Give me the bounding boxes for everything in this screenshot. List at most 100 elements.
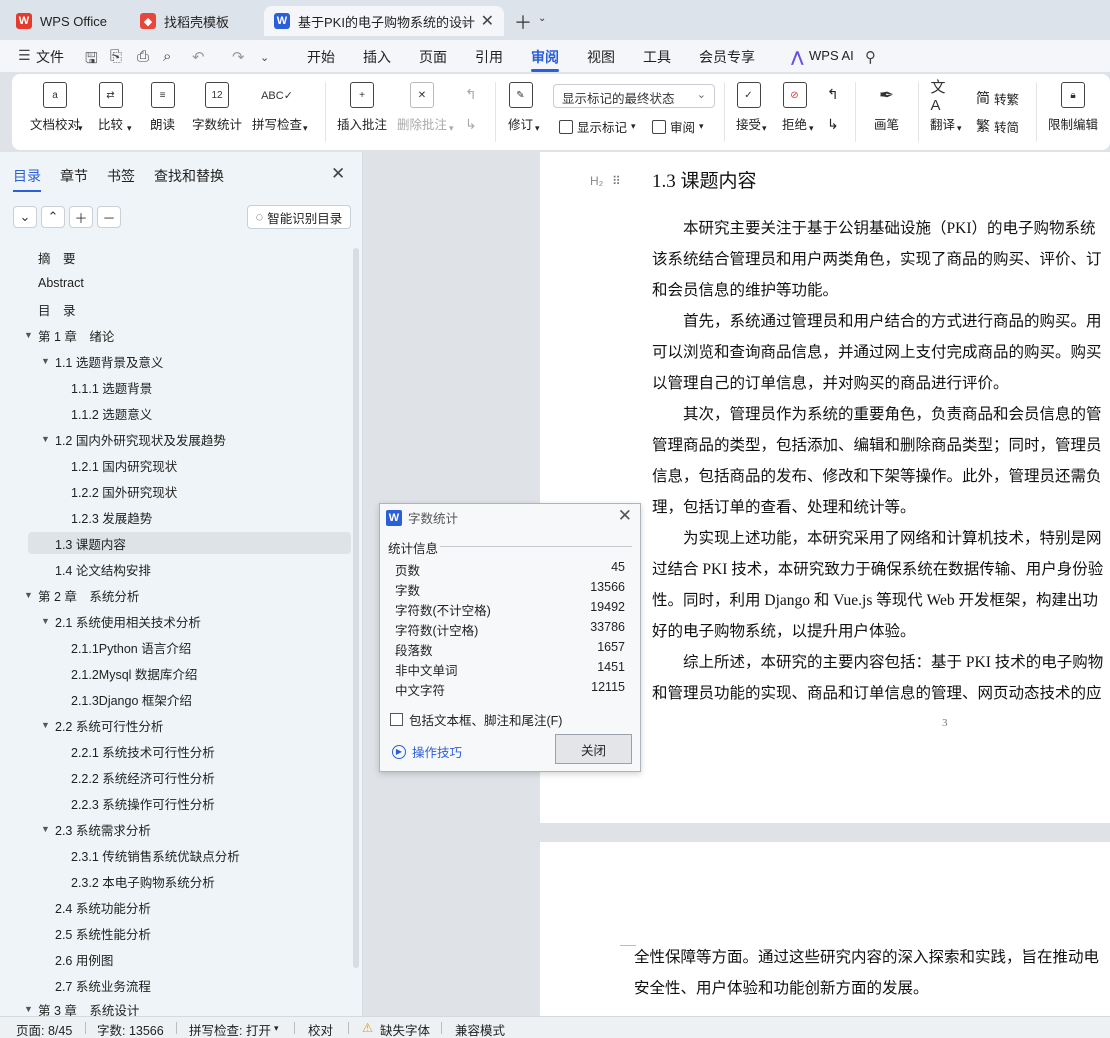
collapse-button[interactable]: ⌄ [13,206,37,228]
menu-page[interactable]: 页面 [419,47,447,67]
undo-icon[interactable]: ↶ [192,48,205,66]
toc-item[interactable]: ▼ 2.1 系统使用相关技术分析 [41,610,201,632]
toc-item[interactable]: 1.2.1 国内研究现状 [71,454,177,476]
menu-view[interactable]: 视图 [587,47,615,67]
translate-dropdown-icon[interactable]: ▾ [957,123,962,134]
revise-button[interactable]: ✎ 修订 [508,82,533,133]
toc-item[interactable]: 2.7 系统业务流程 [55,974,151,996]
toc-item[interactable]: 2.1.3Django 框架介绍 [71,688,192,710]
tab-bookmarks[interactable]: 书签 [107,166,135,186]
toc-scrollbar[interactable] [353,248,359,968]
redo-icon[interactable]: ↷ [232,48,245,66]
include-textbox-checkbox[interactable]: 包括文本框、脚注和尾注(F) [390,710,562,729]
window-icon[interactable]: ▭ [462,15,472,28]
missing-font-status[interactable]: 缺失字体 [380,1020,430,1038]
toc-item[interactable]: Abstract [38,272,84,294]
prev-comment-icon[interactable]: ↰ [465,86,477,103]
menu-references[interactable]: 引用 [475,47,503,67]
caret-down-icon[interactable]: ▼ [24,1004,33,1014]
caret-down-icon[interactable]: ▼ [41,720,50,730]
proof-status[interactable]: 校对 [308,1020,333,1038]
toc-item[interactable]: 1.4 论文结构安排 [55,558,151,580]
save-icon[interactable]: 🖫 [85,48,98,73]
remove-heading-button[interactable]: － [97,206,121,228]
spell-check-status[interactable]: 拼写检查: 打开 [189,1020,271,1038]
accept-button[interactable]: ✓ 接受 [736,82,761,133]
checkbox-box[interactable] [390,713,403,726]
toc-item[interactable]: ▼ 2.3 系统需求分析 [41,818,151,840]
caret-down-icon[interactable]: ▼ [24,590,33,600]
translate-button[interactable]: 文A 翻译 [930,79,955,133]
markup-state-select[interactable]: 显示标记的最终状态 ⌄ [553,84,715,108]
toc-item[interactable]: 1.2.2 国外研究现状 [71,480,177,502]
menu-tools[interactable]: 工具 [643,47,671,67]
toc-item[interactable]: 摘 要 [38,246,76,268]
toc-item[interactable]: 2.6 用例图 [55,948,113,970]
toc-item[interactable]: 1.1.1 选题背景 [71,376,152,398]
insert-comment-button[interactable]: + 插入批注 [337,82,387,133]
menu-member[interactable]: 会员专享 [699,47,755,67]
add-heading-button[interactable]: ＋ [69,206,93,228]
compare-dropdown-icon[interactable]: ▾ [127,123,132,134]
toc-item[interactable]: 2.1.1Python 语言介绍 [71,636,191,658]
caret-down-icon[interactable]: ▼ [24,330,33,340]
accept-dropdown-icon[interactable]: ▾ [762,123,767,134]
tab-wps-office[interactable]: W WPS Office [6,6,124,36]
expand-button[interactable]: ⌃ [41,206,65,228]
toc-item[interactable]: 目 录 [38,298,76,320]
tips-link[interactable]: ▶ 操作技巧 [392,742,462,761]
revise-dropdown-icon[interactable]: ▾ [535,123,540,134]
toc-item[interactable]: 2.2.3 系统操作可行性分析 [71,792,215,814]
next-comment-icon[interactable]: ↳ [465,116,477,133]
tab-find-replace[interactable]: 查找和替换 [154,166,224,186]
toc-item[interactable]: 2.2.1 系统技术可行性分析 [71,740,215,762]
menu-insert[interactable]: 插入 [363,47,391,67]
spell-check-chevron-icon[interactable]: ▾ [274,1023,279,1034]
doc-check-dropdown-icon[interactable]: ▾ [78,123,83,134]
dialog-close-icon[interactable]: ✕ [618,506,632,526]
dialog-title-bar[interactable]: W 字数统计 [386,508,458,527]
toc-item[interactable]: 2.3.2 本电子购物系统分析 [71,870,215,892]
hamburger-menu-icon[interactable]: ☰ [18,47,31,64]
toc-item-selected[interactable]: 1.3 课题内容 [28,532,351,554]
tab-sections[interactable]: 章节 [60,166,88,186]
new-tab-plus-icon[interactable]: ＋ [514,9,532,35]
caret-down-icon[interactable]: ▼ [41,434,50,444]
compare-button[interactable]: ⇄ 比较 [98,82,123,133]
to-traditional-button[interactable]: 简 转繁 [976,88,1019,108]
toc-item[interactable]: 2.5 系统性能分析 [55,922,151,944]
tab-document[interactable]: W 基于PKI的电子购物系统的设计 ▭ ✕ [264,6,504,36]
document-page[interactable]: 全性保障等方面。通过这些研究内容的深入探索和实践，旨在推动电 安全性、用户体验和… [540,842,1110,1016]
review-pane-button[interactable]: 审阅 ▾ [652,117,704,136]
tab-template[interactable]: ◆ 找稻壳模板 [130,6,260,36]
toc-item[interactable]: 1.2.3 发展趋势 [71,506,152,528]
print-icon[interactable]: ⎙ [137,48,149,65]
search-icon[interactable]: ⚲ [865,48,876,66]
page-indicator[interactable]: 页面: 8/45 [16,1020,72,1038]
toc-item[interactable]: 2.3.1 传统销售系统优缺点分析 [71,844,240,866]
drag-handle-icon[interactable]: ⠿ [612,174,621,188]
reject-dropdown-icon[interactable]: ▾ [809,123,814,134]
to-simplified-button[interactable]: 繁 转简 [976,116,1019,136]
tab-toc[interactable]: 目录 [13,166,41,192]
doc-check-button[interactable]: a 文档校对 [30,82,80,133]
toc-item[interactable]: ▼ 第 1 章 绪论 [24,324,114,346]
delete-comment-dropdown-icon[interactable]: ▾ [449,123,454,134]
delete-comment-button[interactable]: ✕ 删除批注 [397,82,447,133]
toc-item[interactable]: 2.2.2 系统经济可行性分析 [71,766,215,788]
toc-item[interactable]: ▼ 第 2 章 系统分析 [24,584,139,606]
word-count-button[interactable]: 12 字数统计 [192,82,242,133]
read-aloud-button[interactable]: ≡ 朗读 [150,82,175,133]
spell-check-dropdown-icon[interactable]: ▾ [303,123,308,134]
quick-access-chevron-icon[interactable]: ⌄ [260,51,269,64]
export-icon[interactable]: ⎘ [110,48,122,65]
word-count-indicator[interactable]: 字数: 13566 [97,1020,164,1038]
toc-item[interactable]: ▼ 1.1 选题背景及意义 [41,350,163,372]
restrict-edit-button[interactable]: 🔒︎ 限制编辑 [1048,82,1098,133]
next-revision-icon[interactable]: ↳ [827,116,839,133]
menu-file[interactable]: 文件 [36,47,64,67]
toc-item[interactable]: 1.1.2 选题意义 [71,402,152,424]
smart-toc-button[interactable]: ◌ 智能识别目录 [247,205,351,229]
pen-button[interactable]: ✒ 画笔 [874,82,899,133]
caret-down-icon[interactable]: ▼ [41,356,50,366]
